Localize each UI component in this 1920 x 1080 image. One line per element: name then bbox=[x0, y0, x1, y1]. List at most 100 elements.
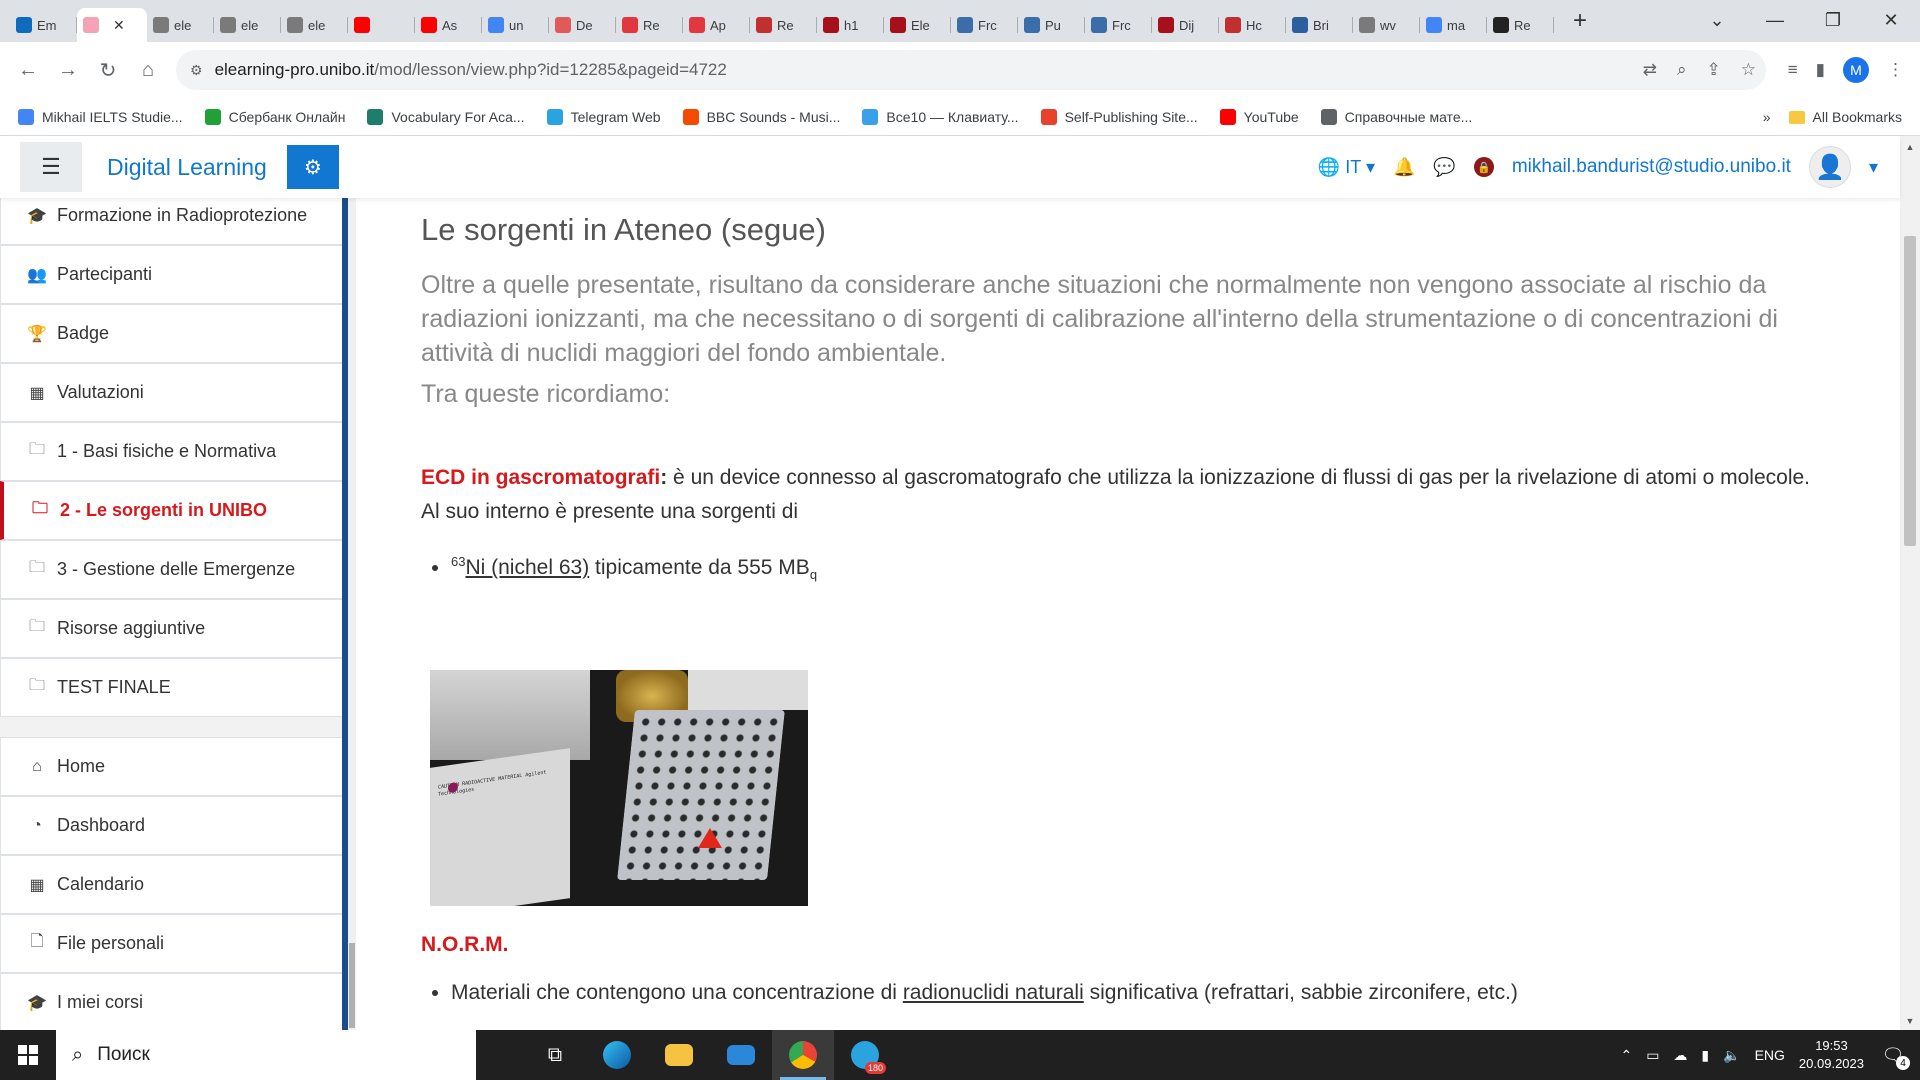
drawer-toggle-button[interactable]: ☰ bbox=[20, 142, 82, 192]
browser-tab[interactable]: Re bbox=[1487, 8, 1554, 42]
browser-tab[interactable]: De bbox=[549, 8, 616, 42]
browser-tab[interactable]: un bbox=[482, 8, 549, 42]
browser-tab[interactable]: ele bbox=[214, 8, 281, 42]
maximize-button[interactable]: ❐ bbox=[1804, 10, 1862, 31]
profile-avatar[interactable]: M bbox=[1843, 57, 1869, 83]
sidebar-item[interactable]: 🗀 3 - Gestione delle Emergenze bbox=[0, 540, 346, 599]
bookmark-item[interactable]: Справочные мате... bbox=[1320, 108, 1472, 125]
natural-radionuclides-link[interactable]: radionuclidi naturali bbox=[903, 981, 1084, 1004]
browser-tab[interactable]: Frc bbox=[951, 8, 1018, 42]
tab-search-chevron-icon[interactable]: ⌄ bbox=[1688, 10, 1746, 31]
close-window-button[interactable]: ✕ bbox=[1862, 10, 1920, 31]
input-language[interactable]: ENG bbox=[1755, 1047, 1785, 1063]
task-view-button[interactable]: ⧉ bbox=[524, 1030, 586, 1080]
sidebar-item[interactable]: 🗀 TEST FINALE bbox=[0, 658, 346, 717]
zoom-icon[interactable]: ⌕ bbox=[1677, 60, 1687, 80]
browser-tab[interactable]: ✕ bbox=[77, 8, 147, 42]
cogs-icon[interactable]: ⚙ bbox=[286, 145, 339, 189]
system-clock[interactable]: 19:53 20.09.2023 bbox=[1799, 1037, 1864, 1073]
browser-tab[interactable]: Re bbox=[616, 8, 683, 42]
forward-button[interactable]: → bbox=[48, 59, 88, 82]
reload-button[interactable]: ↻ bbox=[88, 58, 128, 83]
sidebar-item[interactable]: ▦ Valutazioni bbox=[0, 363, 346, 422]
edge-app-icon[interactable] bbox=[586, 1030, 648, 1080]
nichel-63-link[interactable]: Ni (nichel 63) bbox=[465, 556, 589, 579]
onedrive-cloud-icon[interactable]: ☁ bbox=[1673, 1047, 1687, 1064]
scroll-down-icon[interactable]: ▼ bbox=[1900, 1016, 1920, 1026]
browser-tab[interactable]: As bbox=[415, 8, 482, 42]
bookmark-item[interactable]: Vocabulary For Aca... bbox=[367, 108, 525, 125]
mail-app-icon[interactable] bbox=[710, 1030, 772, 1080]
volume-icon[interactable]: 🔈 bbox=[1723, 1047, 1740, 1064]
new-tab-button[interactable]: + bbox=[1566, 7, 1594, 35]
menu-kebab-icon[interactable]: ⋮ bbox=[1887, 60, 1904, 80]
start-button[interactable] bbox=[0, 1030, 56, 1080]
side-panel-icon[interactable]: ▮ bbox=[1816, 60, 1825, 80]
sidebar-item[interactable]: ▦ Calendario bbox=[0, 855, 346, 914]
tab-close-icon[interactable]: ✕ bbox=[113, 17, 125, 34]
browser-tab[interactable]: ele bbox=[147, 8, 214, 42]
user-menu-email[interactable]: mikhail.bandurist@studio.unibo.it bbox=[1512, 156, 1791, 178]
sidebar-item[interactable]: 🎓 I miei corsi bbox=[0, 973, 346, 1030]
site-brand[interactable]: Digital Learning bbox=[107, 154, 267, 181]
sidebar-item[interactable]: 🗀 1 - Basi fisiche e Normativa bbox=[0, 422, 346, 481]
language-menu[interactable]: 🌐 IT ▾ bbox=[1318, 157, 1375, 178]
user-menu-caret-icon[interactable]: ▾ bbox=[1869, 157, 1878, 178]
browser-tab[interactable]: Dij bbox=[1152, 8, 1219, 42]
bookmarks-overflow-button[interactable]: » bbox=[1763, 109, 1771, 125]
minimize-button[interactable]: — bbox=[1746, 10, 1804, 31]
browser-tab[interactable]: Em bbox=[10, 8, 77, 42]
chrome-app-icon[interactable] bbox=[772, 1030, 834, 1080]
share-icon[interactable]: ⇪ bbox=[1707, 60, 1721, 80]
browser-tab[interactable]: Ap bbox=[683, 8, 750, 42]
reading-list-icon[interactable]: ≡ bbox=[1788, 60, 1798, 80]
sidebar-item[interactable]: 🗀 Risorse aggiuntive bbox=[0, 599, 346, 658]
browser-tab[interactable]: ma bbox=[1420, 8, 1487, 42]
scrollbar-thumb[interactable] bbox=[1904, 236, 1916, 546]
browser-tab[interactable]: Re bbox=[750, 8, 817, 42]
telegram-app-icon[interactable]: 180 bbox=[834, 1030, 896, 1080]
messages-icon[interactable]: 💬 bbox=[1433, 157, 1455, 178]
translate-icon[interactable]: ⇄ bbox=[1643, 60, 1657, 80]
sidebar-item[interactable]: 👥 Partecipanti bbox=[0, 245, 346, 304]
bookmark-item[interactable]: YouTube bbox=[1219, 108, 1299, 125]
browser-tab[interactable]: Hc bbox=[1219, 8, 1286, 42]
browser-tab[interactable]: ele bbox=[281, 8, 348, 42]
taskbar-search[interactable]: ⌕ Поиск bbox=[56, 1030, 476, 1080]
user-avatar[interactable]: 👤 bbox=[1808, 146, 1851, 188]
sidebar-item[interactable]: 🗋 File personali bbox=[0, 914, 346, 973]
home-button[interactable]: ⌂ bbox=[128, 59, 168, 82]
bookmark-item[interactable]: BBC Sounds - Musi... bbox=[682, 108, 840, 125]
bookmark-item[interactable]: Сбербанк Онлайн bbox=[204, 108, 345, 125]
network-display-icon[interactable]: ▭ bbox=[1646, 1047, 1659, 1064]
sidebar-item[interactable]: 🎓 Formazione in Radioprotezione bbox=[0, 198, 346, 245]
bookmark-item[interactable]: Self-Publishing Site... bbox=[1040, 108, 1198, 125]
notification-center-icon[interactable]: 🗨 4 bbox=[1878, 1040, 1910, 1070]
sidebar-item[interactable]: ⌂ Home bbox=[0, 737, 346, 796]
sidebar-item[interactable]: 🏆 Badge bbox=[0, 304, 346, 363]
page-scrollbar[interactable]: ▲ ▼ bbox=[1900, 136, 1920, 1030]
privacy-lock-icon[interactable]: 🔒 bbox=[1473, 157, 1494, 177]
bookmark-item[interactable]: Mikhail IELTS Studie... bbox=[18, 108, 183, 125]
file-explorer-icon[interactable] bbox=[648, 1030, 710, 1080]
scroll-up-icon[interactable]: ▲ bbox=[1900, 142, 1920, 152]
address-bar[interactable]: ⚙ elearning-pro.unibo.it/mod/lesson/view… bbox=[176, 50, 1766, 90]
browser-tab[interactable]: Pu bbox=[1018, 8, 1085, 42]
browser-tab[interactable]: Ele bbox=[884, 8, 951, 42]
bookmark-item[interactable]: Telegram Web bbox=[546, 108, 661, 125]
back-button[interactable]: ← bbox=[8, 59, 48, 82]
browser-tab[interactable]: Bri bbox=[1286, 8, 1353, 42]
all-bookmarks-button[interactable]: All Bookmarks bbox=[1788, 109, 1902, 125]
sidebar-item[interactable]: ◔ Dashboard bbox=[0, 796, 346, 855]
battery-icon[interactable]: ▮ bbox=[1701, 1047, 1709, 1064]
bookmark-item[interactable]: Все10 — Клавиату... bbox=[862, 108, 1019, 125]
browser-tab[interactable]: h1 bbox=[817, 8, 884, 42]
browser-tab[interactable] bbox=[348, 8, 415, 42]
bell-icon[interactable]: 🔔 bbox=[1393, 157, 1415, 178]
tray-chevron-icon[interactable]: ⌃ bbox=[1620, 1047, 1632, 1064]
sidebar-item[interactable]: 🗀 2 - Le sorgenti in UNIBO bbox=[0, 481, 346, 540]
browser-tab[interactable]: Frc bbox=[1085, 8, 1152, 42]
browser-tab[interactable]: wv bbox=[1353, 8, 1420, 42]
bookmark-star-icon[interactable]: ☆ bbox=[1741, 60, 1756, 80]
site-info-icon[interactable]: ⚙ bbox=[190, 62, 203, 79]
